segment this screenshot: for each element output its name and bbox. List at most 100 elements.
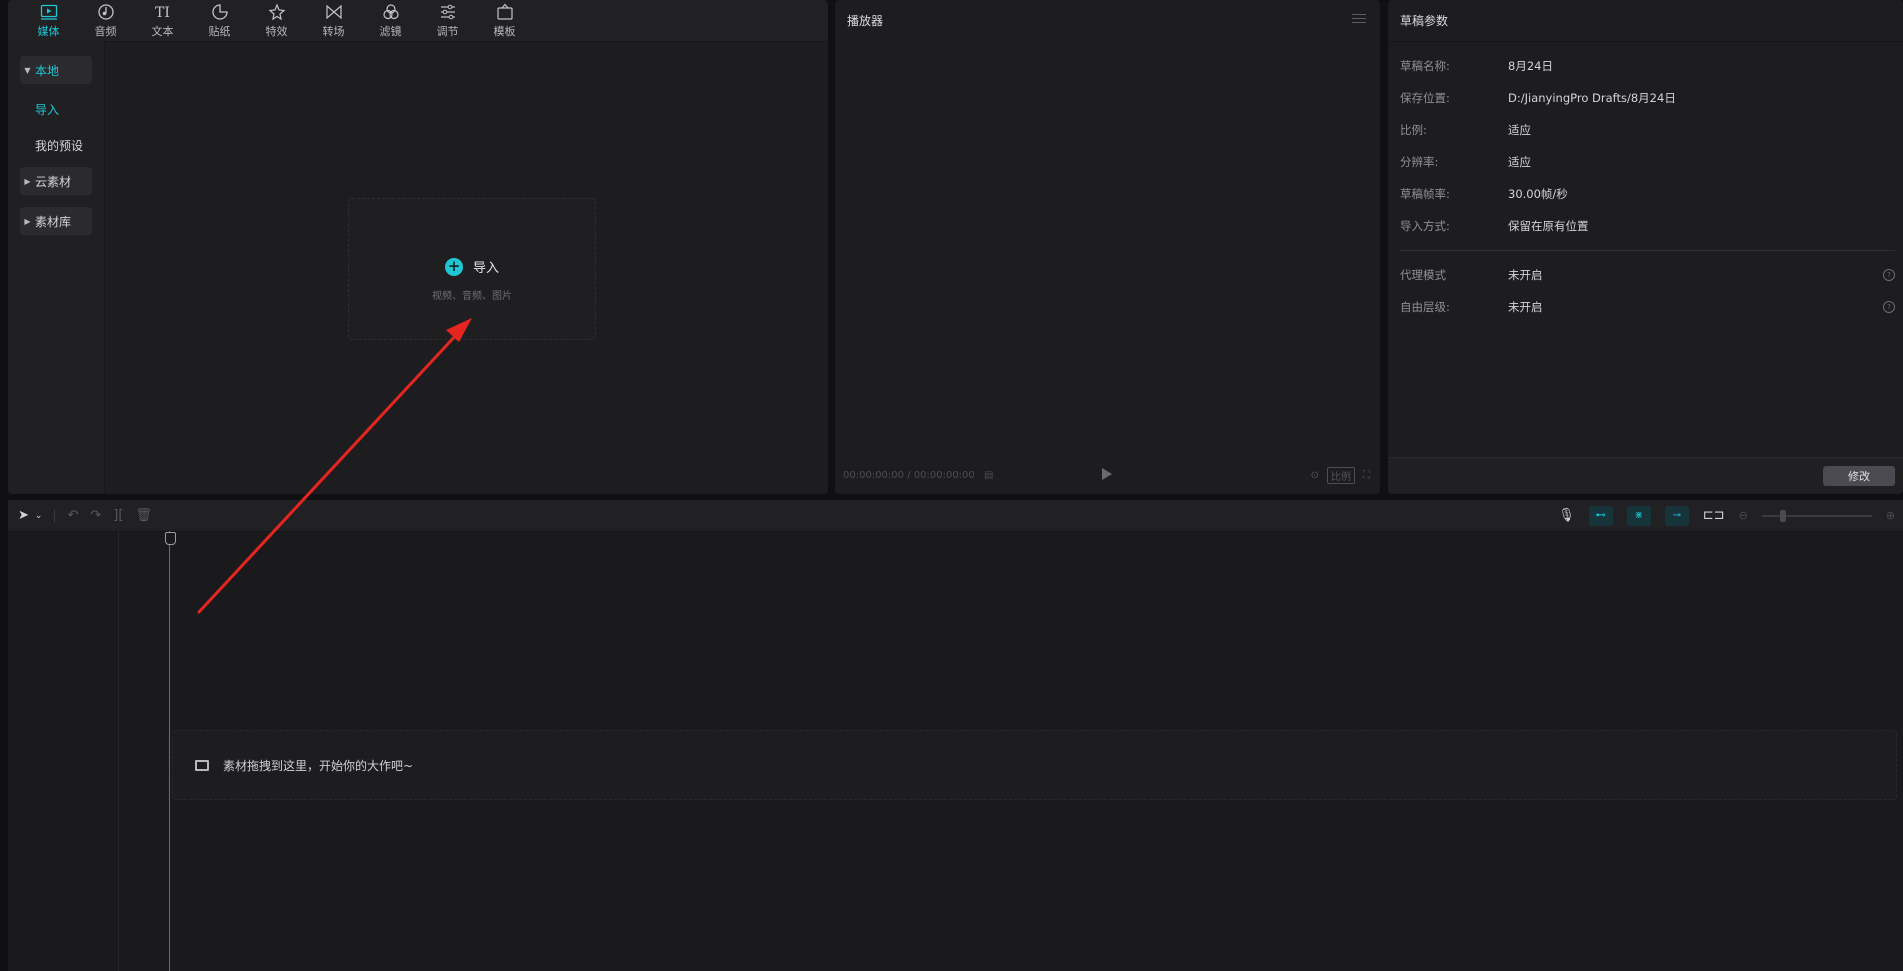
zoom-knob[interactable]: [1779, 509, 1786, 522]
zoom-out-icon[interactable]: ⊖: [1739, 509, 1748, 522]
divider: [54, 508, 56, 523]
chevron-down-icon[interactable]: ⌄: [35, 511, 43, 521]
select-cursor-icon[interactable]: ➤: [18, 508, 29, 523]
tab-filter[interactable]: 滤镜: [362, 0, 419, 41]
param-value: 8月24日: [1508, 59, 1553, 73]
draft-params-panel: 草稿参数 草稿名称: 8月24日 保存位置: D:/JianyingPro Dr…: [1388, 0, 1903, 494]
tab-sticker[interactable]: 贴纸: [191, 0, 248, 41]
tab-audio[interactable]: 音频: [77, 0, 134, 41]
param-key: 保存位置:: [1400, 91, 1450, 105]
effects-icon: [268, 2, 285, 20]
param-row-ratio: 比例: 适应: [1400, 120, 1903, 140]
adjust-icon: [440, 4, 455, 19]
sidebar-item-label: 本地: [35, 63, 60, 78]
timeline-scale-icon[interactable]: ▤: [984, 470, 993, 481]
fullscreen-icon[interactable]: ⛶: [1363, 470, 1370, 481]
tab-effects[interactable]: 特效: [248, 0, 305, 41]
sticker-icon: [211, 3, 228, 20]
param-key: 自由层级:: [1400, 300, 1450, 314]
tab-label: 文本: [151, 24, 174, 38]
dropzone-hint: 素材拖拽到这里，开始你的大作吧~: [223, 758, 414, 773]
tab-label: 转场: [322, 24, 345, 38]
media-panel: 媒体 音频 TI 文本 贴纸 特效 转场 滤镜 调节 模板 ▼ 本地 导入 我的…: [8, 0, 828, 494]
caret-right-icon: ▶: [24, 216, 31, 226]
tab-label: 特效: [265, 24, 288, 38]
tab-label: 滤镜: [379, 24, 402, 38]
plus-icon: +: [444, 257, 463, 276]
split-clip-icon[interactable]: ][: [113, 508, 123, 523]
help-icon[interactable]: ?: [1883, 269, 1895, 281]
param-key: 草稿名称:: [1400, 59, 1450, 73]
params-footer: 修改: [1388, 457, 1903, 494]
text-icon: TI: [155, 5, 170, 21]
player-panel: 播放器 00:00:00:00 / 00:00:00:00 ▤ ⊙ 比例 ⛶: [835, 0, 1380, 494]
sidebar-item-local[interactable]: ▼ 本地: [20, 56, 92, 84]
delete-icon[interactable]: 🗑: [135, 508, 152, 523]
param-key: 导入方式:: [1400, 219, 1450, 233]
zoom-in-icon[interactable]: ⊕: [1886, 509, 1895, 522]
redo-icon[interactable]: ↷: [90, 508, 101, 523]
caret-down-icon: ▼: [24, 65, 31, 75]
param-value: 未开启: [1508, 300, 1543, 314]
sidebar-item-label: 素材库: [35, 214, 72, 229]
tab-label: 音频: [94, 24, 117, 38]
playhead-handle[interactable]: [165, 532, 176, 545]
linkage-icon[interactable]: ⊸: [1664, 505, 1689, 526]
timecode: 00:00:00:00 / 00:00:00:00 ▤: [843, 470, 993, 481]
edit-button[interactable]: 修改: [1823, 466, 1895, 486]
menu-icon[interactable]: [1352, 14, 1366, 26]
microphone-icon[interactable]: 🎙: [1558, 508, 1575, 523]
param-value: 保留在原有位置: [1508, 219, 1589, 233]
zoom-slider[interactable]: [1761, 509, 1872, 522]
timeline-dropzone[interactable]: 素材拖拽到这里，开始你的大作吧~: [172, 730, 1897, 800]
param-key: 分辨率:: [1400, 155, 1439, 169]
tab-text[interactable]: TI 文本: [134, 0, 191, 41]
help-icon[interactable]: ?: [1883, 301, 1895, 313]
time-separator: /: [907, 470, 911, 481]
sidebar-item-import[interactable]: 导入: [20, 95, 107, 123]
param-row-framerate: 草稿帧率: 30.00帧/秒: [1400, 184, 1903, 204]
sidebar-item-label: 我的预设: [35, 138, 84, 153]
audio-icon: [97, 3, 114, 20]
media-sidebar: ▼ 本地 导入 我的预设 ▶ 云素材 ▶ 素材库: [8, 41, 105, 494]
tab-media[interactable]: 媒体: [20, 0, 77, 41]
ratio-button[interactable]: 比例: [1327, 467, 1355, 484]
tab-label: 媒体: [37, 24, 60, 38]
undo-icon[interactable]: ↶: [67, 508, 78, 523]
main-track-magnet-icon[interactable]: ⊷: [1588, 505, 1613, 526]
params-divider: [1400, 250, 1895, 251]
param-row-resolution: 分辨率: 适应: [1400, 152, 1903, 172]
timeline-toolbar: ➤ ⌄ ↶ ↷ ][ 🗑 🎙 ⊷ ⋇ ⊸ ⊏⊐ ⊖ ⊕: [8, 500, 1903, 532]
screenshot-icon[interactable]: ⊙: [1311, 470, 1319, 481]
tab-template[interactable]: 模板: [476, 0, 533, 41]
player-title: 播放器: [847, 14, 884, 28]
param-row-name: 草稿名称: 8月24日: [1400, 56, 1903, 76]
tab-adjust[interactable]: 调节: [419, 0, 476, 41]
param-value: 适应: [1508, 123, 1531, 137]
playhead[interactable]: [169, 531, 170, 971]
player-controls: 00:00:00:00 / 00:00:00:00 ▤ ⊙ 比例 ⛶: [835, 458, 1380, 494]
preview-axis-icon[interactable]: ⊏⊐: [1703, 508, 1725, 523]
params-header: 草稿参数: [1388, 0, 1903, 42]
svg-text:TI: TI: [155, 5, 170, 21]
sidebar-item-label: 云素材: [35, 174, 72, 189]
tab-transition[interactable]: 转场: [305, 0, 362, 41]
template-icon: [496, 3, 513, 20]
import-hint: 视频、音频、图片: [432, 291, 512, 302]
param-value: D:/JianyingPro Drafts/8月24日: [1508, 91, 1676, 105]
track-headers: [8, 531, 119, 971]
param-key: 比例:: [1400, 123, 1427, 137]
import-dropzone[interactable]: + 导入 视频、音频、图片: [348, 198, 596, 340]
sidebar-item-library[interactable]: ▶ 素材库: [20, 207, 92, 235]
param-key: 代理模式: [1400, 268, 1446, 282]
auto-snap-icon[interactable]: ⋇: [1626, 505, 1651, 526]
play-icon[interactable]: [1102, 468, 1112, 480]
current-time: 00:00:00:00: [843, 470, 905, 481]
tab-label: 贴纸: [208, 24, 231, 38]
tab-label: 模板: [493, 24, 516, 38]
asset-toolbar: 媒体 音频 TI 文本 贴纸 特效 转场 滤镜 调节 模板: [8, 0, 828, 42]
sidebar-item-cloud[interactable]: ▶ 云素材: [20, 167, 92, 195]
sidebar-item-presets[interactable]: 我的预设: [20, 131, 107, 159]
transition-icon: [325, 4, 342, 19]
film-icon: [195, 759, 209, 771]
